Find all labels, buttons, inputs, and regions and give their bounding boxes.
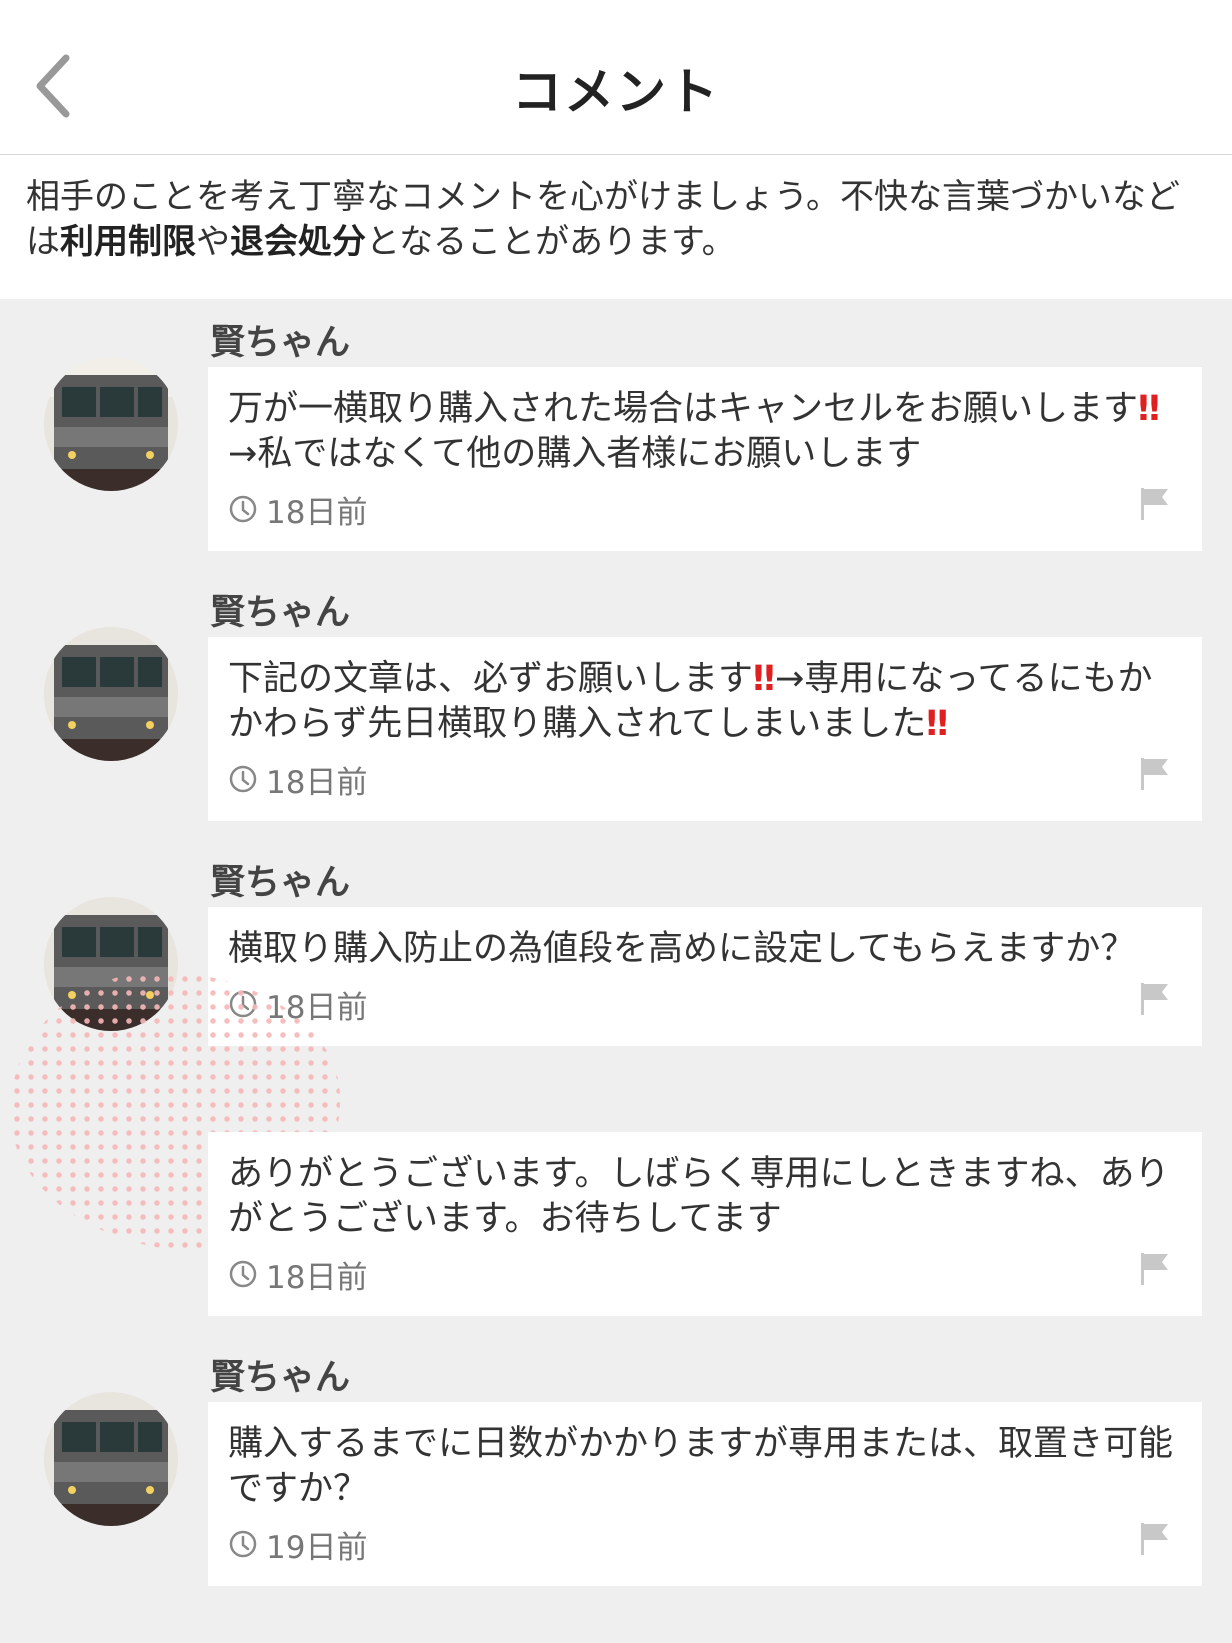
- flag-icon[interactable]: [1138, 1520, 1172, 1556]
- train-avatar-image: [44, 627, 178, 761]
- comment-guidelines: 相手のことを考え丁寧なコメントを心がけましょう。不快な言葉づかいなどは利用制限や…: [0, 155, 1232, 299]
- train-avatar-image: [44, 357, 178, 491]
- double-exclamation-emoji: ‼: [753, 659, 775, 699]
- comment-timestamp: 18日前: [266, 1259, 368, 1296]
- guideline-text-3: となることがあります。: [366, 222, 736, 262]
- comment-text: 下記の文章は、必ずお願いします‼→専用になってるにもかかわらず先日横取り購入され…: [228, 657, 1182, 747]
- comment-username: 賢ちゃん: [210, 1358, 351, 1398]
- clock-icon: [229, 495, 257, 523]
- comment-meta: 18日前: [228, 759, 1182, 801]
- comment-meta: 18日前: [228, 984, 1182, 1026]
- comment-bubble: 下記の文章は、必ずお願いします‼→専用になってるにもかかわらず先日横取り購入され…: [208, 637, 1202, 821]
- flag-icon[interactable]: [1138, 1250, 1172, 1286]
- header-bar: コメント: [0, 0, 1232, 155]
- comment-text: ありがとうございます。しばらく専用にしときますね、ありがとうございます。お待ちし…: [228, 1154, 1170, 1239]
- double-exclamation-emoji: ‼: [926, 704, 949, 744]
- comment-text: 万が一横取り購入された場合はキャンセルをお願いします‼ →私ではなくて他の購入者様…: [228, 387, 1182, 477]
- comment-username: 賢ちゃん: [210, 323, 351, 363]
- comment-username: [210, 1072, 1232, 1132]
- page-title: コメント: [512, 63, 720, 121]
- comment-meta: 19日前: [228, 1524, 1182, 1566]
- comment-bubble: ありがとうございます。しばらく専用にしときますね、ありがとうございます。お待ちし…: [208, 1132, 1202, 1316]
- comment-text: 購入するまでに日数がかかりますが専用または、取置き可能ですか？: [228, 1424, 1174, 1509]
- comment-item: 賢ちゃん 購入するまでに日数がかかりますが専用または、取置き可能ですか？ 19日…: [0, 1342, 1232, 1586]
- clock-icon: [229, 1530, 257, 1558]
- comment-bubble: 万が一横取り購入された場合はキャンセルをお願いします‼ →私ではなくて他の購入者様…: [208, 367, 1202, 551]
- guideline-bold-2: 退会処分: [230, 222, 366, 262]
- comment-item: ありがとうございます。しばらく専用にしときますね、ありがとうございます。お待ちし…: [0, 972, 1232, 1316]
- comment-username: 賢ちゃん: [210, 593, 351, 633]
- comment-item: 賢ちゃん 万が一横取り購入された場合はキャンセルをお願いします‼ →私ではなくて他…: [0, 307, 1232, 551]
- comment-timestamp: 18日前: [266, 764, 368, 801]
- train-avatar-image: [44, 1392, 178, 1526]
- comment-timestamp: 18日前: [266, 494, 368, 531]
- clock-icon: [229, 1260, 257, 1288]
- comment-list: 賢ちゃん 万が一横取り購入された場合はキャンセルをお願いします‼→私ではなくて他…: [0, 299, 1232, 1586]
- guideline-bold-1: 利用制限: [60, 222, 196, 262]
- comment-username: 賢ちゃん: [210, 863, 351, 903]
- clock-icon: [229, 765, 257, 793]
- double-exclamation-emoji: ‼: [1138, 389, 1160, 429]
- flag-icon[interactable]: [1138, 980, 1172, 1016]
- flag-icon[interactable]: [1138, 755, 1172, 791]
- comment-meta: 18日前: [228, 489, 1182, 531]
- comment-text: 横取り購入防止の為値段を高めに設定してもらえますか？: [228, 929, 1136, 969]
- comment-text-a: 下記の文章は、必ずお願いします: [228, 659, 754, 699]
- comment-bubble: 横取り購入防止の為値段を高めに設定してもらえますか？ 18日前: [208, 907, 1202, 1046]
- comment-timestamp: 19日前: [266, 1529, 368, 1566]
- comment-text-a: 万が一横取り購入された場合はキャンセルをお願いします: [228, 389, 1139, 429]
- guideline-text-2: や: [196, 222, 230, 262]
- comment-bubble: 購入するまでに日数がかかりますが専用または、取置き可能ですか？ 19日前: [208, 1402, 1202, 1586]
- comment-text-b: →私ではなくて他の購入者様にお願いします: [228, 434, 922, 474]
- comment-meta: 18日前: [228, 1254, 1182, 1296]
- comment-item: 賢ちゃん 下記の文章は、必ずお願いします‼→専用になってるにもかかわらず先日横取…: [0, 577, 1232, 821]
- avatar[interactable]: [44, 627, 178, 761]
- flag-icon[interactable]: [1138, 485, 1172, 521]
- avatar[interactable]: [44, 1392, 178, 1526]
- avatar[interactable]: [44, 357, 178, 491]
